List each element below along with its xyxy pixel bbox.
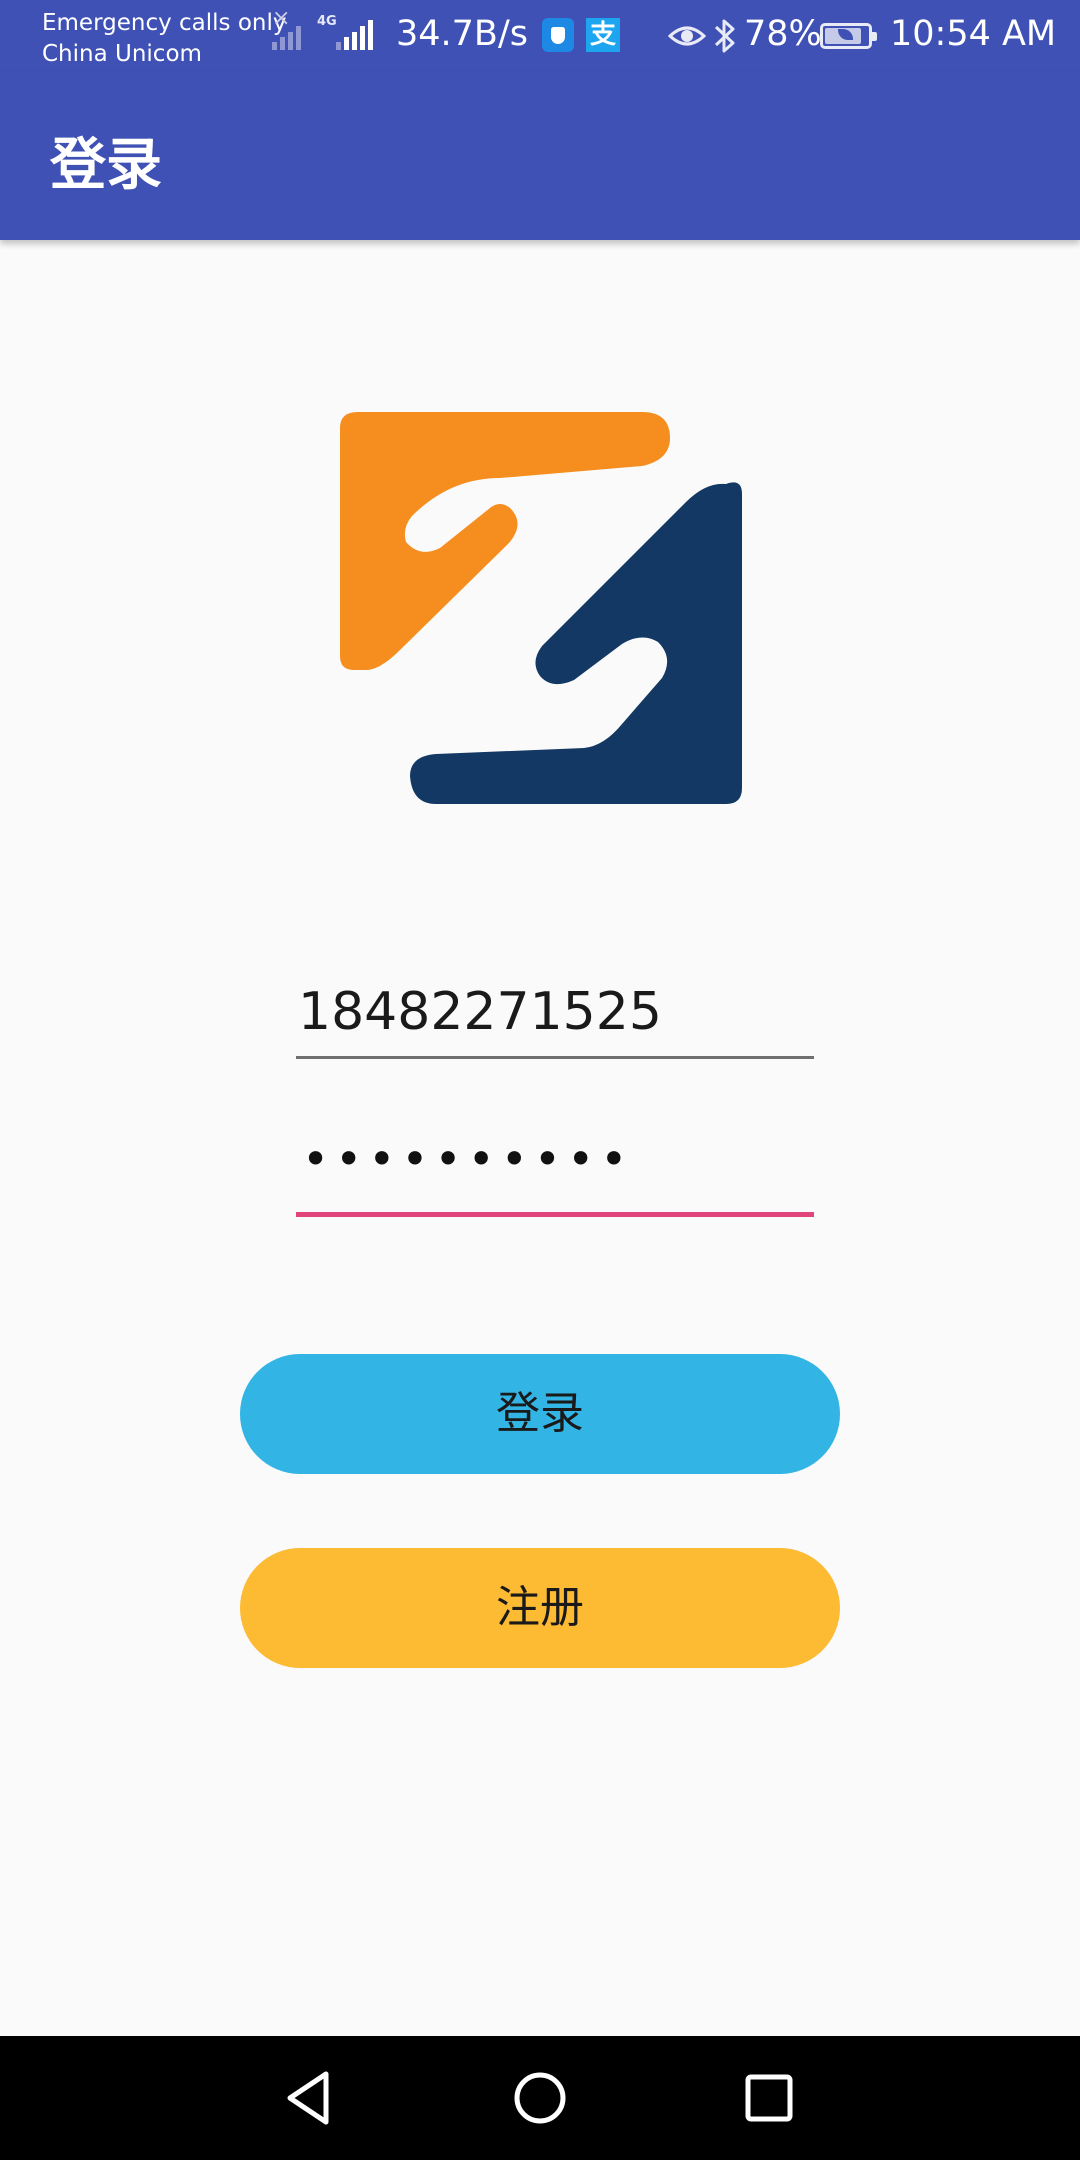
bluetooth-icon xyxy=(714,19,735,53)
password-value: •••••••••• xyxy=(302,1132,634,1186)
register-button[interactable]: 注册 xyxy=(240,1548,840,1668)
logo-navy-shape xyxy=(410,482,742,804)
security-shield-icon xyxy=(542,18,574,52)
phone-value: 18482271525 xyxy=(298,982,662,1042)
page-title: 登录 xyxy=(50,133,162,198)
clock: 10:54 AM xyxy=(890,14,1057,54)
carrier-line-1: Emergency calls only xyxy=(42,10,287,36)
battery-icon xyxy=(820,23,877,49)
password-field[interactable]: •••••••••• xyxy=(296,1120,814,1217)
nav-bar xyxy=(0,2036,1080,2160)
carrier-line-2: China Unicom xyxy=(42,41,202,67)
net-speed: 34.7B/s xyxy=(396,14,528,54)
recents-icon[interactable] xyxy=(727,2056,811,2140)
signal-bars-icon xyxy=(272,26,301,50)
alipay-icon: 支 xyxy=(586,18,620,52)
app-bar: 登录 xyxy=(0,72,1080,240)
back-icon[interactable] xyxy=(268,2056,352,2140)
eye-comfort-icon xyxy=(668,26,706,46)
battery-percent: 78% xyxy=(744,14,822,54)
carrier-info: Emergency calls only China Unicom xyxy=(42,8,287,70)
lte-signal-icon xyxy=(336,20,373,50)
network-type-label: 4G xyxy=(317,14,337,29)
app-logo xyxy=(340,412,742,804)
home-icon[interactable] xyxy=(498,2056,582,2140)
status-bar: Emergency calls only China Unicom × 4G 3… xyxy=(0,0,1080,72)
login-button[interactable]: 登录 xyxy=(240,1354,840,1474)
phone-field[interactable]: 18482271525 xyxy=(296,972,814,1059)
